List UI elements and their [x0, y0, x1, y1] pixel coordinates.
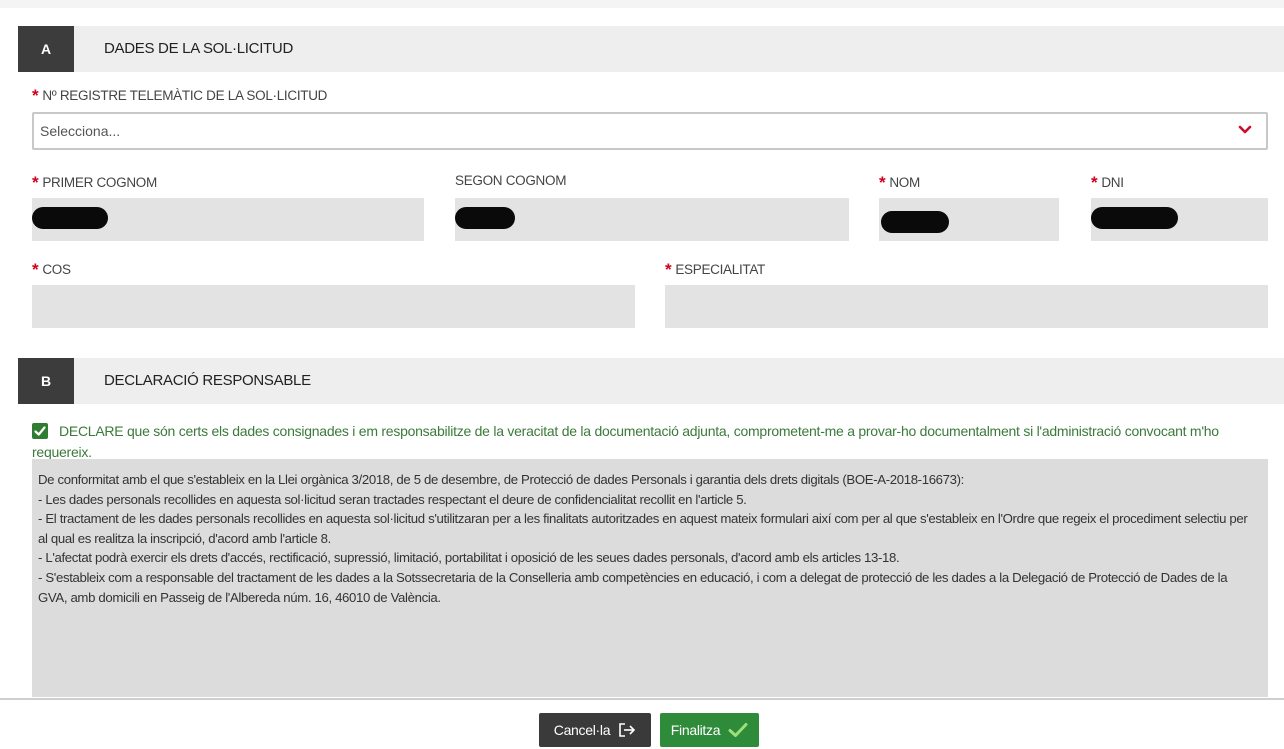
- cancel-button[interactable]: Cancel·la: [539, 713, 651, 747]
- redaction-mark: [881, 211, 949, 233]
- checkmark-icon: [728, 722, 748, 738]
- legal-line: - S'estableix com a responsable del trac…: [38, 569, 1228, 605]
- exit-icon: [618, 722, 636, 738]
- dni-field: [1091, 198, 1268, 241]
- section-a-title: DADES DE LA SOL·LICITUD: [104, 40, 293, 57]
- especialitat-label-text: ESPECIALITAT: [675, 262, 766, 277]
- especialitat-label: * ESPECIALITAT: [665, 260, 765, 280]
- section-b-title: DECLARACIÓ RESPONSABLE: [104, 372, 311, 389]
- required-marker: *: [1091, 173, 1098, 192]
- registry-select[interactable]: Selecciona...: [32, 112, 1268, 150]
- redaction-mark: [455, 207, 515, 229]
- primer-cognom-label-text: PRIMER COGNOM: [42, 175, 157, 190]
- cos-label-text: COS: [42, 262, 71, 277]
- required-marker: *: [32, 86, 39, 105]
- redaction-mark: [1091, 207, 1178, 229]
- required-marker: *: [32, 260, 39, 279]
- legal-line: - El tractament de les dades personals r…: [38, 511, 1248, 546]
- declaration-text: DECLARE que són certs els dades consigna…: [32, 423, 1219, 460]
- primer-cognom-field: [32, 198, 424, 241]
- primer-cognom-label: * PRIMER COGNOM: [32, 173, 157, 193]
- legal-line: - Les dades personals recollides en aque…: [38, 491, 747, 507]
- registry-label: * Nº REGISTRE TELEMÀTIC DE LA SOL·LICITUD: [32, 86, 327, 106]
- especialitat-field: [665, 285, 1268, 328]
- cos-label: * COS: [32, 260, 71, 280]
- finish-button[interactable]: Finalitza: [660, 713, 759, 747]
- section-a-header: A DADES DE LA SOL·LICITUD: [18, 26, 1284, 72]
- legal-line: De conformitat amb el que s'estableix en…: [38, 472, 964, 487]
- legal-line: - L'afectat podrà exercir els drets d'ac…: [38, 550, 900, 566]
- nom-field: [879, 198, 1059, 241]
- section-a-letter: A: [18, 26, 74, 72]
- finish-button-label: Finalitza: [670, 722, 721, 738]
- section-b-letter: B: [18, 358, 74, 404]
- chevron-down-icon: [1238, 125, 1252, 134]
- redaction-mark: [32, 207, 108, 229]
- nom-label: * NOM: [879, 173, 920, 193]
- required-marker: *: [32, 173, 39, 192]
- legal-notice: De conformitat amb el que s'estableix en…: [32, 459, 1268, 697]
- segon-cognom-field: [455, 198, 849, 241]
- declaration-statement: DECLARE que són certs els dades consigna…: [32, 421, 1262, 463]
- dni-label-text: DNI: [1101, 175, 1124, 190]
- registry-label-text: Nº REGISTRE TELEMÀTIC DE LA SOL·LICITUD: [42, 88, 328, 103]
- cancel-button-label: Cancel·la: [553, 722, 611, 738]
- dni-label: * DNI: [1091, 173, 1124, 193]
- legal-notice-text: De conformitat amb el que s'estableix en…: [38, 470, 1254, 607]
- nom-label-text: NOM: [889, 175, 920, 190]
- section-b-header: B DECLARACIÓ RESPONSABLE: [18, 358, 1284, 404]
- segon-cognom-label-text: SEGON COGNOM: [455, 173, 567, 188]
- required-marker: *: [879, 173, 886, 192]
- top-bar: [0, 0, 1284, 8]
- required-marker: *: [665, 260, 672, 279]
- registry-select-value: Selecciona...: [40, 123, 121, 139]
- footer-divider: [0, 698, 1284, 700]
- segon-cognom-label: SEGON COGNOM: [455, 173, 566, 188]
- cos-field: [32, 285, 635, 328]
